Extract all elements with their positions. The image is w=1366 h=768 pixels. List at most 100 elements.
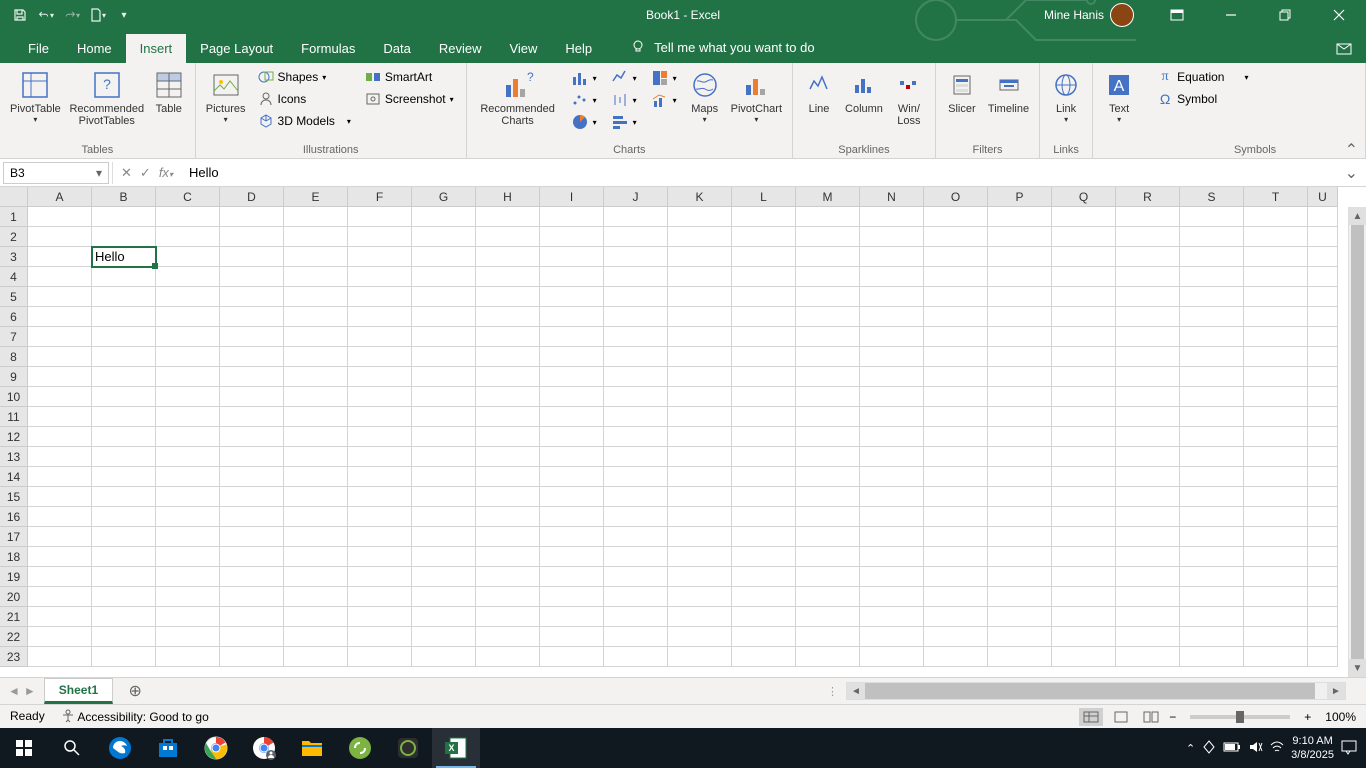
cell-H15[interactable] <box>476 487 540 507</box>
cell-B23[interactable] <box>92 647 156 667</box>
cell-S17[interactable] <box>1180 527 1244 547</box>
cell-I12[interactable] <box>540 427 604 447</box>
cell-A12[interactable] <box>28 427 92 447</box>
cell-B17[interactable] <box>92 527 156 547</box>
cell-U10[interactable] <box>1308 387 1338 407</box>
cell-L16[interactable] <box>732 507 796 527</box>
column-header-I[interactable]: I <box>540 187 604 207</box>
cell-O11[interactable] <box>924 407 988 427</box>
row-header-8[interactable]: 8 <box>0 347 28 367</box>
cell-R7[interactable] <box>1116 327 1180 347</box>
cell-S11[interactable] <box>1180 407 1244 427</box>
cell-G17[interactable] <box>412 527 476 547</box>
cell-R14[interactable] <box>1116 467 1180 487</box>
cell-M2[interactable] <box>796 227 860 247</box>
cell-E16[interactable] <box>284 507 348 527</box>
cell-G13[interactable] <box>412 447 476 467</box>
cell-L1[interactable] <box>732 207 796 227</box>
sheet-nav-next-icon[interactable]: ► <box>24 684 36 698</box>
cell-I2[interactable] <box>540 227 604 247</box>
cell-B10[interactable] <box>92 387 156 407</box>
cell-F8[interactable] <box>348 347 412 367</box>
cell-F7[interactable] <box>348 327 412 347</box>
cell-N20[interactable] <box>860 587 924 607</box>
name-box[interactable]: B3 ▾ <box>3 162 109 184</box>
cell-M13[interactable] <box>796 447 860 467</box>
cell-I5[interactable] <box>540 287 604 307</box>
cell-C1[interactable] <box>156 207 220 227</box>
cell-A16[interactable] <box>28 507 92 527</box>
cell-P21[interactable] <box>988 607 1052 627</box>
cell-L15[interactable] <box>732 487 796 507</box>
cell-K9[interactable] <box>668 367 732 387</box>
cell-I4[interactable] <box>540 267 604 287</box>
add-sheet-button[interactable]: ⊕ <box>123 679 147 703</box>
cell-T21[interactable] <box>1244 607 1308 627</box>
cell-T17[interactable] <box>1244 527 1308 547</box>
column-header-E[interactable]: E <box>284 187 348 207</box>
cell-U2[interactable] <box>1308 227 1338 247</box>
cell-F17[interactable] <box>348 527 412 547</box>
cell-P18[interactable] <box>988 547 1052 567</box>
vscroll-thumb[interactable] <box>1351 225 1364 665</box>
cell-L18[interactable] <box>732 547 796 567</box>
pivot-chart-button[interactable]: PivotChart ▾ <box>727 67 786 126</box>
cell-C5[interactable] <box>156 287 220 307</box>
cell-E2[interactable] <box>284 227 348 247</box>
insert-function-icon[interactable]: fx▾ <box>159 165 173 180</box>
cell-J19[interactable] <box>604 567 668 587</box>
cell-B9[interactable] <box>92 367 156 387</box>
cell-K19[interactable] <box>668 567 732 587</box>
cell-E14[interactable] <box>284 467 348 487</box>
cell-O17[interactable] <box>924 527 988 547</box>
cell-M20[interactable] <box>796 587 860 607</box>
cell-A13[interactable] <box>28 447 92 467</box>
page-layout-view-button[interactable] <box>1109 708 1133 726</box>
cell-U23[interactable] <box>1308 647 1338 667</box>
cell-N7[interactable] <box>860 327 924 347</box>
cell-F9[interactable] <box>348 367 412 387</box>
cell-T15[interactable] <box>1244 487 1308 507</box>
cell-D1[interactable] <box>220 207 284 227</box>
cell-U3[interactable] <box>1308 247 1338 267</box>
minimize-button[interactable] <box>1208 0 1254 30</box>
cell-R21[interactable] <box>1116 607 1180 627</box>
cell-H20[interactable] <box>476 587 540 607</box>
cell-H6[interactable] <box>476 307 540 327</box>
cell-R12[interactable] <box>1116 427 1180 447</box>
cell-M3[interactable] <box>796 247 860 267</box>
cell-B15[interactable] <box>92 487 156 507</box>
cell-R4[interactable] <box>1116 267 1180 287</box>
column-header-H[interactable]: H <box>476 187 540 207</box>
cell-R16[interactable] <box>1116 507 1180 527</box>
cell-K5[interactable] <box>668 287 732 307</box>
cell-D17[interactable] <box>220 527 284 547</box>
cell-N22[interactable] <box>860 627 924 647</box>
cell-B18[interactable] <box>92 547 156 567</box>
smartart-button[interactable]: SmartArt <box>359 67 460 87</box>
column-header-A[interactable]: A <box>28 187 92 207</box>
cell-C8[interactable] <box>156 347 220 367</box>
cell-H4[interactable] <box>476 267 540 287</box>
cell-U9[interactable] <box>1308 367 1338 387</box>
page-break-view-button[interactable] <box>1139 708 1163 726</box>
redo-icon[interactable]: ▾ <box>64 7 80 23</box>
link-button[interactable]: Link▾ <box>1046 67 1086 126</box>
cell-N12[interactable] <box>860 427 924 447</box>
cell-M17[interactable] <box>796 527 860 547</box>
cell-D21[interactable] <box>220 607 284 627</box>
zoom-slider[interactable] <box>1190 715 1290 719</box>
cell-T3[interactable] <box>1244 247 1308 267</box>
column-header-S[interactable]: S <box>1180 187 1244 207</box>
cell-R10[interactable] <box>1116 387 1180 407</box>
scatter-chart-button[interactable]: ▾ <box>565 89 603 111</box>
cell-D14[interactable] <box>220 467 284 487</box>
cell-G16[interactable] <box>412 507 476 527</box>
cell-S4[interactable] <box>1180 267 1244 287</box>
cell-G22[interactable] <box>412 627 476 647</box>
cell-R23[interactable] <box>1116 647 1180 667</box>
cell-H10[interactable] <box>476 387 540 407</box>
cell-T7[interactable] <box>1244 327 1308 347</box>
cell-P11[interactable] <box>988 407 1052 427</box>
cell-N9[interactable] <box>860 367 924 387</box>
